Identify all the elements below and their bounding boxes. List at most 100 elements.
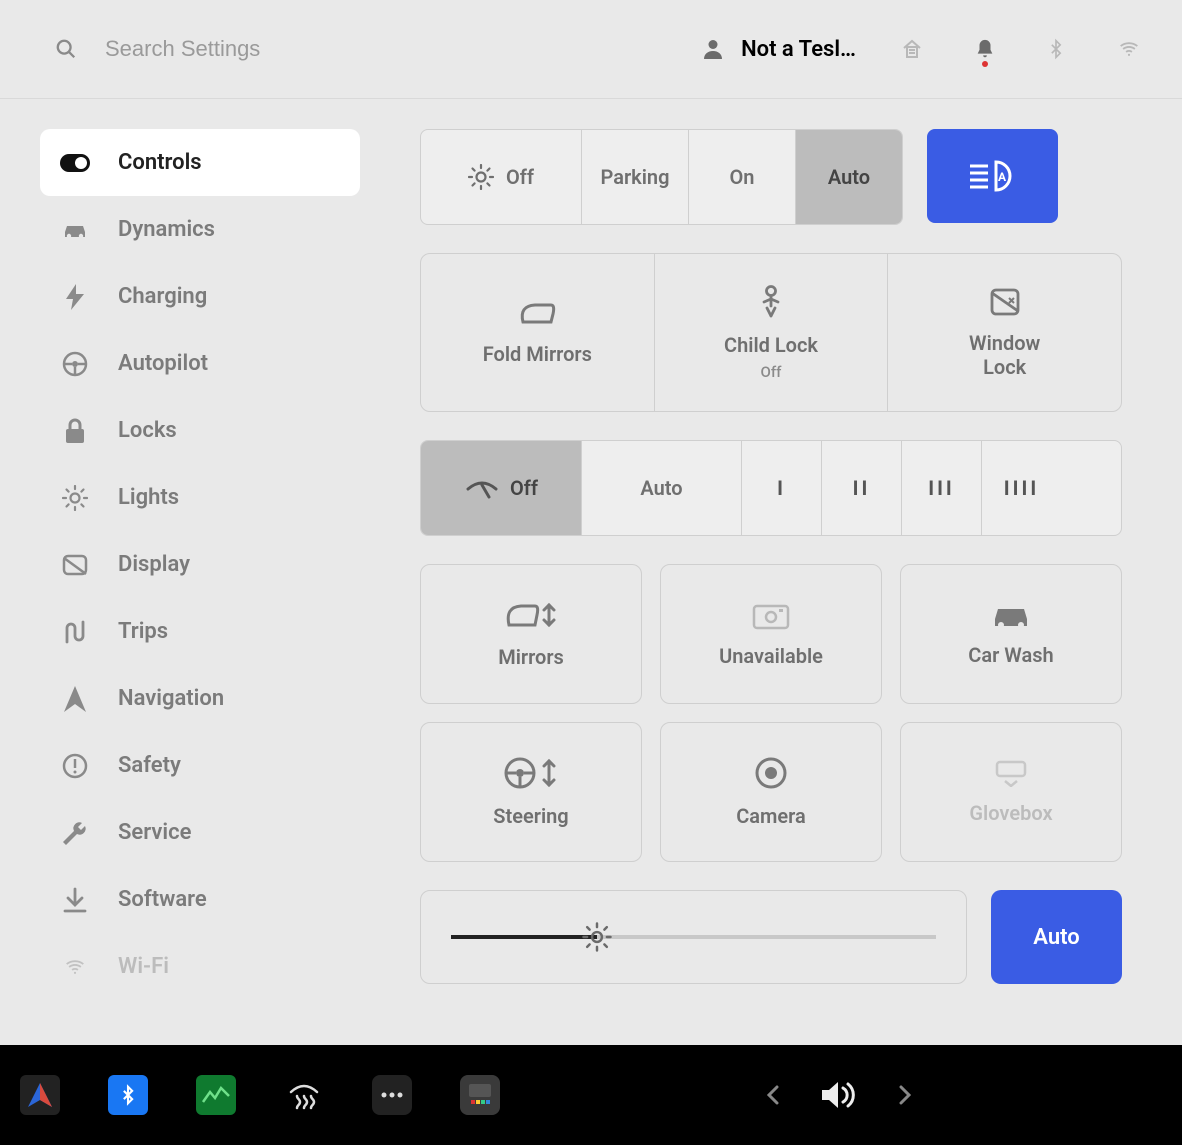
dock-bluetooth-button[interactable] — [108, 1075, 148, 1115]
glovebox-button[interactable]: Glovebox — [900, 722, 1122, 862]
sidebar-item-safety[interactable]: Safety — [40, 732, 360, 799]
lock-icon — [60, 418, 90, 444]
dock-apps-button[interactable] — [372, 1075, 412, 1115]
record-icon — [754, 756, 788, 790]
auto-high-beam-button[interactable]: A — [927, 129, 1058, 223]
headlights-parking[interactable]: Parking — [581, 130, 688, 224]
window-lock-icon — [989, 287, 1021, 317]
sun-icon — [60, 485, 90, 511]
wifi-icon[interactable] — [1116, 39, 1142, 59]
dock — [0, 1045, 1182, 1145]
sidebar-item-dynamics[interactable]: Dynamics — [40, 196, 360, 263]
child-lock-button[interactable]: Child Lock Off — [654, 254, 888, 411]
car-wash-button[interactable]: Car Wash — [900, 564, 1122, 704]
sidebar-item-controls[interactable]: Controls — [40, 129, 360, 196]
status-icons — [900, 36, 1142, 62]
search-input[interactable] — [105, 36, 365, 62]
sidebar-item-locks[interactable]: Locks — [40, 397, 360, 464]
headlights-on[interactable]: On — [688, 130, 795, 224]
wipers-auto[interactable]: Auto — [581, 441, 741, 535]
sidebar-item-label: Wi-Fi — [118, 954, 169, 979]
sidebar-item-label: Charging — [118, 284, 207, 309]
camera-button[interactable]: Camera — [660, 722, 882, 862]
sidebar-item-display[interactable]: Display — [40, 531, 360, 598]
sidebar-item-label: Lights — [118, 485, 179, 510]
wrench-icon — [60, 820, 90, 846]
sidebar-item-lights[interactable]: Lights — [40, 464, 360, 531]
sun-icon — [468, 164, 494, 190]
top-bar: Not a Tesl… — [0, 0, 1182, 99]
volume-button[interactable] — [820, 1080, 858, 1110]
brightness-auto-button[interactable]: Auto — [991, 890, 1122, 984]
dock-nav-button[interactable] — [20, 1075, 60, 1115]
next-track-button[interactable] — [898, 1085, 912, 1105]
mirror-icon — [517, 300, 557, 328]
dock-energy-button[interactable] — [196, 1075, 236, 1115]
toggle-icon — [60, 154, 90, 172]
controls-grid: Mirrors Unavailable Car Wash Steering — [420, 564, 1122, 862]
sidebar-item-label: Service — [118, 820, 191, 845]
arrow-icon — [60, 686, 90, 712]
brightness-slider[interactable] — [420, 890, 967, 984]
content: Off Parking On Auto A Fol — [380, 99, 1182, 1045]
window-lock-button[interactable]: Window Lock — [887, 254, 1121, 411]
headlights-off[interactable]: Off — [421, 130, 581, 224]
sidebar-item-trips[interactable]: Trips — [40, 598, 360, 665]
sidebar-item-software[interactable]: Software — [40, 866, 360, 933]
wipers-speed-2[interactable]: II — [821, 441, 901, 535]
notifications-icon[interactable] — [974, 37, 996, 61]
homelink-icon[interactable] — [900, 37, 924, 61]
sidebar-item-wifi[interactable]: Wi-Fi — [40, 933, 360, 1000]
search-icon — [55, 38, 77, 60]
wifi-icon — [60, 957, 90, 977]
svg-text:A: A — [997, 170, 1006, 184]
mirrors-button[interactable]: Mirrors — [420, 564, 642, 704]
sidebar-item-label: Dynamics — [118, 217, 215, 242]
wipers-speed-3[interactable]: III — [901, 441, 981, 535]
person-icon — [701, 37, 725, 61]
route-icon — [60, 619, 90, 645]
search — [55, 36, 701, 62]
display-icon — [60, 554, 90, 576]
steering-wheel-icon — [60, 351, 90, 377]
sidebar-item-label: Safety — [118, 753, 181, 778]
camera-unavailable-icon — [751, 600, 791, 630]
wiper-icon — [464, 475, 500, 501]
dock-music-button[interactable] — [460, 1075, 500, 1115]
sidebar-item-autopilot[interactable]: Autopilot — [40, 330, 360, 397]
fold-mirrors-button[interactable]: Fold Mirrors — [421, 254, 654, 411]
profile-name: Not a Tesl… — [741, 37, 856, 62]
wipers-speed-1[interactable]: I — [741, 441, 821, 535]
sidebar-item-label: Navigation — [118, 686, 224, 711]
sidebar-item-label: Controls — [118, 150, 202, 175]
quick-controls-row: Fold Mirrors Child Lock Off Window Lock — [420, 253, 1122, 412]
steering-adjust-icon — [503, 756, 559, 790]
steering-button[interactable]: Steering — [420, 722, 642, 862]
wipers-segment: Off Auto I II III IIII — [420, 440, 1122, 536]
notification-dot — [982, 61, 988, 67]
wipers-speed-4[interactable]: IIII — [981, 441, 1061, 535]
sidebar-item-service[interactable]: Service — [40, 799, 360, 866]
headlights-segment: Off Parking On Auto — [420, 129, 903, 225]
sidebar-item-label: Display — [118, 552, 190, 577]
wipers-off[interactable]: Off — [421, 441, 581, 535]
sidebar: Controls Dynamics Charging Autopilot Loc… — [0, 99, 380, 1045]
prev-track-button[interactable] — [766, 1085, 780, 1105]
profile-button[interactable]: Not a Tesl… — [701, 37, 856, 62]
bolt-icon — [60, 284, 90, 310]
sidebar-item-label: Locks — [118, 418, 177, 443]
dashcam-button[interactable]: Unavailable — [660, 564, 882, 704]
car-icon — [60, 221, 90, 239]
slider-track — [451, 935, 936, 939]
download-icon — [60, 887, 90, 913]
glovebox-icon — [993, 759, 1029, 787]
dock-defrost-button[interactable] — [284, 1075, 324, 1115]
sidebar-item-navigation[interactable]: Navigation — [40, 665, 360, 732]
car-icon — [989, 601, 1033, 629]
sidebar-item-charging[interactable]: Charging — [40, 263, 360, 330]
child-icon — [757, 285, 785, 319]
bluetooth-icon[interactable] — [1046, 36, 1066, 62]
alert-icon — [60, 753, 90, 779]
headlights-auto[interactable]: Auto — [795, 130, 902, 224]
mirror-adjust-icon — [503, 599, 559, 631]
